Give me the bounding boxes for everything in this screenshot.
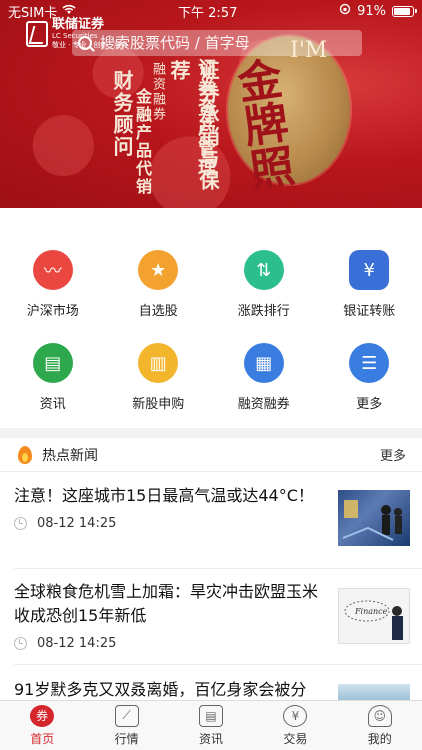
banner-word: 证券资产管理 (195, 58, 216, 178)
clock-icon (14, 517, 27, 530)
grid-item-shsz-market[interactable]: 〰 沪深市场 (0, 238, 106, 343)
grid-item-ranking[interactable]: ⇅ 涨跌排行 (211, 238, 317, 343)
tab-market[interactable]: ⟋ 行情 (84, 701, 168, 750)
tab-trade[interactable]: ¥ 交易 (253, 701, 337, 750)
updown-arrow-icon: ⇅ (243, 250, 284, 290)
logo-mark-icon (26, 21, 48, 47)
bottom-tab-bar: 券 首页 ⟋ 行情 ▤ 资讯 ¥ 交易 ☺ 我的 (0, 700, 422, 750)
clock: 下午 2:57 (178, 5, 238, 21)
news-title: 注意！这座城市15日最高气温或达44°C！ (14, 486, 314, 505)
hot-news-title: 热点新闻 (42, 447, 98, 464)
info-icon: ▤ (198, 704, 223, 727)
news-title: 全球粮食危机雪上加霜：旱灾冲击欧盟玉米收成恐创15年新低 (14, 582, 319, 625)
flame-icon (18, 445, 32, 464)
grid-item-label: 融资融券 (237, 397, 290, 412)
news-divider (14, 568, 422, 569)
news-icon: ▤ (32, 343, 73, 383)
search-bar[interactable] (72, 30, 362, 56)
tab-info[interactable]: ▤ 资讯 (169, 701, 253, 750)
more-news-link[interactable]: 更多 (380, 445, 406, 464)
more-icon: ☰ (349, 343, 390, 383)
tab-profile[interactable]: ☺ 我的 (338, 701, 422, 750)
tab-label: 交易 (283, 731, 308, 746)
banner-word: 融资融券 (150, 62, 165, 122)
grid-item-label: 新股申购 (132, 397, 185, 412)
trade-icon: ¥ (283, 704, 308, 727)
tab-label: 行情 (114, 731, 139, 746)
tab-label: 首页 (30, 731, 55, 746)
search-input[interactable] (100, 34, 340, 52)
grid-item-bank-transfer[interactable]: ¥ 银证转账 (317, 238, 422, 343)
news-time: 08-12 14:25 (37, 516, 117, 531)
new-stock-icon: ▥ (138, 343, 179, 383)
wifi-icon (62, 4, 76, 19)
grid-item-watchlist[interactable]: ★ 自选股 (106, 238, 212, 343)
grid-item-label: 更多 (356, 397, 383, 412)
tab-label: 资讯 (198, 731, 223, 746)
carrier: 无SIM卡 (8, 5, 58, 21)
grid-item-news[interactable]: ▤ 资讯 (0, 343, 106, 428)
news-thumbnail (338, 684, 410, 700)
news-title: 91岁默多克又双叒离婚，百亿身家会被分 (14, 680, 307, 699)
battery-icon (391, 5, 417, 17)
news-divider (14, 664, 422, 665)
chart-line-icon: 〰 (32, 250, 73, 290)
section-divider (0, 428, 422, 438)
grid-item-label: 资讯 (39, 397, 66, 412)
profile-icon: ☺ (367, 704, 392, 727)
function-grid: 〰 沪深市场 ★ 自选股 ⇅ 涨跌排行 ¥ 银证转账 ▤ 资讯 ▥ 新股申购 ▦… (0, 238, 422, 428)
grid-item-label: 银证转账 (343, 304, 396, 319)
grid-item-margin[interactable]: ▦ 融资融券 (211, 343, 317, 428)
grid-item-label: 自选股 (138, 304, 178, 319)
hot-news-header: 热点新闻 更多 (0, 438, 422, 472)
rotation-lock-icon (339, 3, 351, 19)
yuan-card-icon: ¥ (349, 250, 390, 290)
news-thumbnail (338, 490, 410, 546)
status-bar: 无SIM卡 下午 2:57 91% (0, 0, 422, 22)
tab-label: 我的 (367, 731, 392, 746)
grid-item-label: 涨跌排行 (237, 304, 290, 319)
grid-item-more[interactable]: ☰ 更多 (317, 343, 422, 428)
finance-word: Finance (354, 607, 388, 616)
tab-home[interactable]: 券 首页 (0, 701, 84, 750)
search-icon (78, 36, 92, 50)
home-screen: 财务顾问 证券承销与保荐 证券资产管理 金融产品代销 融资融券 I'M 金牌照 … (0, 0, 422, 750)
margin-icon: ▦ (243, 343, 284, 383)
clock-icon (14, 637, 27, 650)
news-time: 08-12 14:25 (37, 636, 117, 651)
news-thumbnail: Finance (338, 588, 410, 644)
grid-item-label: 沪深市场 (26, 304, 79, 319)
star-icon: ★ (138, 250, 179, 290)
grid-item-ipo[interactable]: ▥ 新股申购 (106, 343, 212, 428)
battery-percent: 91% (357, 3, 386, 19)
market-icon: ⟋ (114, 704, 139, 727)
home-icon: 券 (30, 704, 55, 727)
